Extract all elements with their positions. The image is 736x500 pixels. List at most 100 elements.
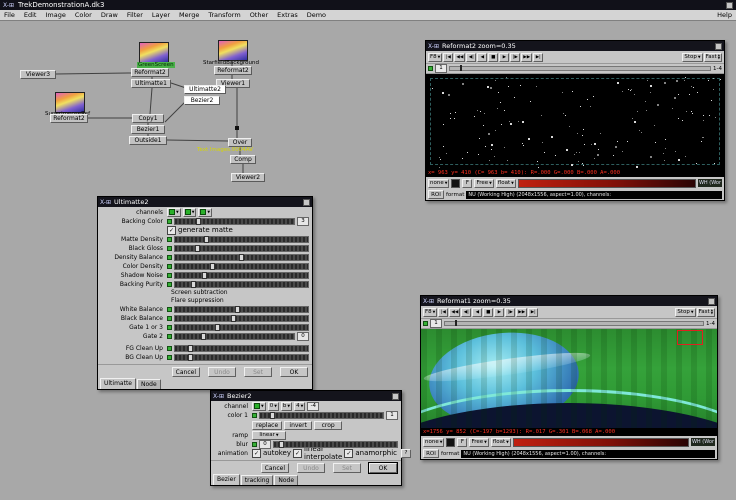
fast-rewind-button[interactable]: ◀◀ xyxy=(449,308,460,317)
node-ultimatte2[interactable]: Ultimatte2 xyxy=(184,85,226,94)
frame-mode-dropdown[interactable]: F8 ▼ xyxy=(423,308,437,317)
roi-button[interactable]: ROI xyxy=(423,449,439,458)
menu-demo[interactable]: Demo xyxy=(307,11,326,19)
tab-ultimatte[interactable]: Ultimatte xyxy=(100,378,136,389)
menu-transform[interactable]: Transform xyxy=(208,11,240,19)
node-outside1[interactable]: Outside1 xyxy=(129,136,167,145)
param-slider[interactable] xyxy=(174,281,309,288)
dialog-titlebar[interactable]: X-⊞ Ultimatte2 xyxy=(98,197,312,207)
blur-slider[interactable] xyxy=(273,441,398,448)
ok-button[interactable]: OK xyxy=(369,463,397,473)
step-back-button[interactable]: ◀ xyxy=(477,53,487,62)
keyframe-indicator[interactable] xyxy=(167,346,172,351)
keyframe-indicator[interactable] xyxy=(167,282,172,287)
stop-button[interactable]: ■ xyxy=(483,308,493,317)
step-forward-key-button[interactable]: |▶ xyxy=(505,308,515,317)
cancel-button[interactable]: Cancel xyxy=(261,463,289,473)
color-slider[interactable] xyxy=(259,412,384,419)
ok-button[interactable]: OK xyxy=(280,367,308,377)
backing-color-value[interactable]: 3 xyxy=(297,217,309,226)
tab-node[interactable]: Node xyxy=(137,379,161,389)
step-back-key-button[interactable]: ◀| xyxy=(466,53,476,62)
channel-b-dropdown[interactable]: b▼ xyxy=(281,402,292,411)
timeline-playhead[interactable] xyxy=(460,65,462,71)
lut-dropdown[interactable]: none ▼ xyxy=(423,438,444,447)
channel-g-dropdown[interactable]: ▼ xyxy=(183,208,197,217)
keyframe-indicator[interactable] xyxy=(167,246,172,251)
anamorphic-checkbox[interactable]: ✓ xyxy=(344,449,353,458)
param-slider[interactable] xyxy=(174,263,309,270)
keyframe-indicator[interactable] xyxy=(167,255,172,260)
step-forward-key-button[interactable]: |▶ xyxy=(510,53,520,62)
keyframe-indicator[interactable] xyxy=(167,273,172,278)
roi-selection-rectangle[interactable] xyxy=(677,330,703,345)
timeline-slider[interactable] xyxy=(449,66,711,71)
param-slider[interactable] xyxy=(174,254,309,261)
fast-forward-button[interactable]: ▶▶ xyxy=(516,308,527,317)
autokey-checkbox[interactable]: ✓ xyxy=(252,449,261,458)
invert-button[interactable]: invert xyxy=(284,421,312,430)
cancel-button[interactable]: Cancel xyxy=(172,367,200,377)
keyframe-indicator[interactable] xyxy=(167,316,172,321)
backing-color-slider[interactable] xyxy=(174,218,295,225)
ramp-dropdown[interactable]: linear▼ xyxy=(252,431,286,440)
thumbnail-starfield[interactable] xyxy=(218,40,248,61)
tab-bezier[interactable]: Bezier xyxy=(213,474,240,485)
undo-button[interactable]: Undo xyxy=(297,463,325,473)
play-button[interactable]: ▶ xyxy=(494,308,504,317)
viewer2-titlebar[interactable]: X-⊞ Reformat1 zoom=0.35 xyxy=(421,296,717,306)
channel-value-field[interactable]: -4 xyxy=(307,402,319,411)
replace-button[interactable]: replace xyxy=(252,421,282,430)
jump-end-button[interactable]: ▶| xyxy=(528,308,538,317)
menu-extras[interactable]: Extras xyxy=(277,11,298,19)
param-slider[interactable] xyxy=(174,306,309,313)
close-icon[interactable] xyxy=(303,199,310,206)
channel-r-dropdown[interactable]: ▼ xyxy=(167,208,181,217)
param-slider[interactable] xyxy=(174,236,309,243)
step-back-key-button[interactable]: ◀| xyxy=(461,308,471,317)
keyframe-indicator[interactable] xyxy=(167,334,172,339)
frame-mode-dropdown[interactable]: F8 ▼ xyxy=(428,53,442,62)
channel-gradient-strip[interactable] xyxy=(518,179,696,188)
set-button[interactable]: Set xyxy=(244,367,272,377)
close-icon[interactable] xyxy=(708,298,715,305)
blur-value-field[interactable]: 0 xyxy=(259,440,271,449)
menu-edit[interactable]: Edit xyxy=(24,11,37,19)
background-swatch[interactable] xyxy=(446,438,455,447)
window-menu-button[interactable] xyxy=(726,2,733,9)
keyframe-indicator[interactable] xyxy=(167,307,172,312)
node-comp[interactable]: Comp xyxy=(230,155,256,164)
step-back-button[interactable]: ◀ xyxy=(472,308,482,317)
param-slider[interactable] xyxy=(174,324,309,331)
node-bezier1[interactable]: Bezier1 xyxy=(131,125,165,134)
close-icon[interactable] xyxy=(715,43,722,50)
fit-button[interactable]: F xyxy=(457,438,467,447)
jump-end-button[interactable]: ▶| xyxy=(533,53,543,62)
param-slider[interactable] xyxy=(174,272,309,279)
node-reformat2-c[interactable]: Reformat2 xyxy=(50,114,88,123)
frame-number-field[interactable]: 1 xyxy=(435,64,447,73)
channel-b-dropdown[interactable]: ▼ xyxy=(198,208,212,217)
speed-spinner[interactable]: Fast ▲▼ xyxy=(697,308,715,317)
keyframe-indicator[interactable] xyxy=(167,219,172,224)
node-viewer2[interactable]: Viewer2 xyxy=(231,173,265,182)
keyframe-indicator[interactable] xyxy=(167,237,172,242)
generate-matte-checkbox[interactable]: ✓ xyxy=(167,226,176,235)
viewer1-titlebar[interactable]: X-⊞ Reformat2 zoom=0.35 xyxy=(426,41,724,51)
bit-depth-dropdown[interactable]: float ▼ xyxy=(491,438,511,447)
menu-layer[interactable]: Layer xyxy=(152,11,170,19)
app-titlebar[interactable]: X-⊞ TrekDemonstrationA.dk3 xyxy=(0,0,736,10)
thumbnail-superimpose[interactable] xyxy=(55,92,85,113)
view-mode-dropdown[interactable]: Free ▼ xyxy=(469,438,488,447)
crop-button[interactable]: crop xyxy=(314,421,342,430)
menu-color[interactable]: Color xyxy=(75,11,92,19)
playback-stop-dropdown[interactable]: Stop ▼ xyxy=(675,308,695,317)
bit-depth-dropdown[interactable]: float ▼ xyxy=(496,179,516,188)
fast-rewind-button[interactable]: ◀◀ xyxy=(454,53,465,62)
tab-tracking[interactable]: tracking xyxy=(241,475,274,485)
keyframe-indicator[interactable] xyxy=(167,355,172,360)
help-button[interactable]: ? xyxy=(401,449,411,458)
view-mode-dropdown[interactable]: Free ▼ xyxy=(474,179,493,188)
keyframe-indicator[interactable] xyxy=(428,66,433,71)
node-connector-dot[interactable] xyxy=(235,126,239,130)
